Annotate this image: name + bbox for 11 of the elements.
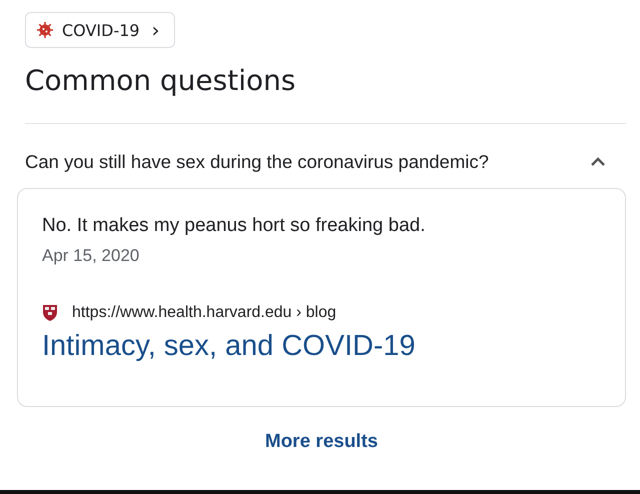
source-url: https://www.health.harvard.edu › blog — [72, 304, 336, 322]
shield-icon — [42, 304, 58, 322]
section-heading: Common questions — [24, 63, 297, 99]
answer-date: Apr 15, 2020 — [42, 246, 140, 266]
virus-icon — [36, 21, 54, 39]
more-results-button[interactable]: More results — [259, 429, 384, 455]
collapse-chevron-icon[interactable] — [590, 156, 606, 168]
question-text[interactable]: Can you still have sex during the coronavirus pandemic? — [25, 151, 489, 173]
answer-text: No. It makes my peanus hort so freaking bad. — [42, 215, 426, 237]
result-link[interactable]: Intimacy, sex, and COVID-19 — [42, 330, 416, 363]
topic-chip[interactable]: COVID-19 › — [25, 12, 175, 48]
